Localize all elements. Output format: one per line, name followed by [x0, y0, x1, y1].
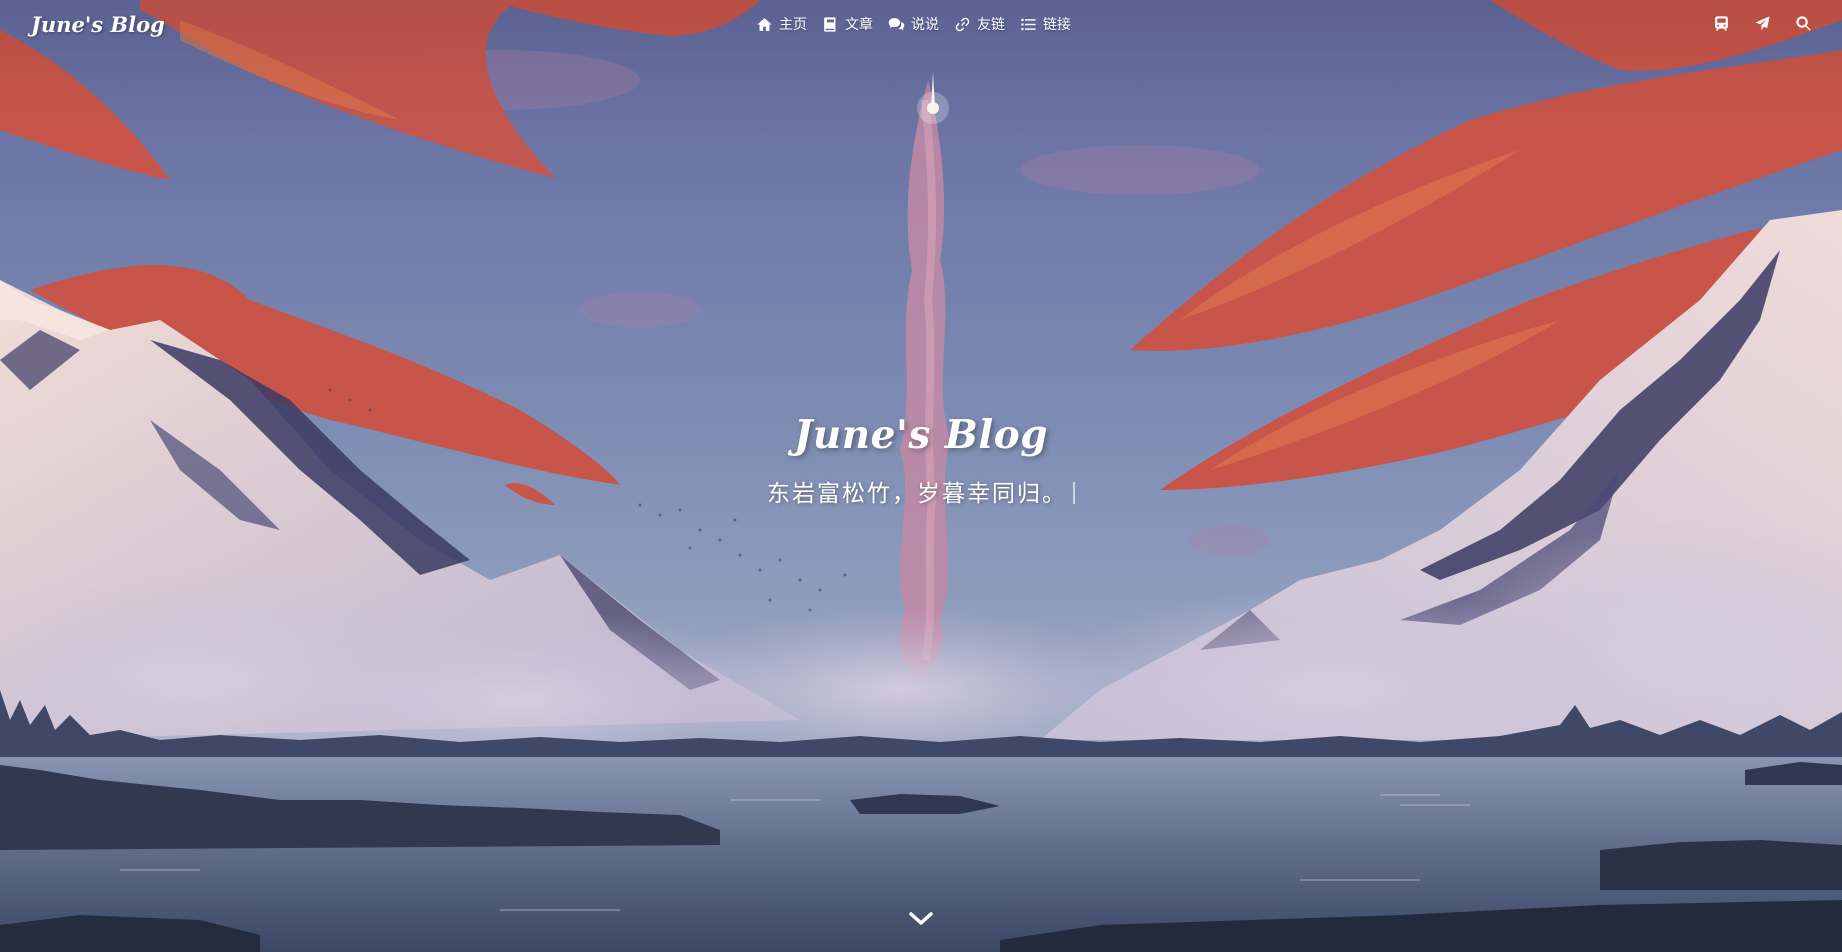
menu-item-label: 友链	[977, 17, 1005, 33]
menu-item-label: 主页	[779, 17, 807, 33]
menu-item-label: 文章	[845, 17, 873, 33]
train-icon	[1715, 16, 1728, 31]
list-icon	[1021, 18, 1036, 30]
rss-button[interactable]	[1754, 15, 1771, 32]
book-icon	[824, 16, 836, 32]
top-navbar: June's Blog 主页 文章 说说 友链 链接	[0, 0, 1842, 50]
menu-item-label: 说说	[911, 17, 939, 33]
scroll-down-button[interactable]	[908, 910, 934, 928]
site-title: June's Blog	[793, 412, 1048, 458]
menu-item-friends[interactable]: 友链	[954, 14, 1005, 34]
search-button[interactable]	[1795, 15, 1812, 32]
paper-plane-icon	[1755, 16, 1770, 30]
search-icon	[1796, 16, 1811, 31]
comments-icon	[888, 17, 905, 30]
menu-item-moments[interactable]: 说说	[888, 14, 939, 34]
site-subtitle: 东岩富松竹，岁暮幸同归。	[767, 474, 1075, 508]
main-menu: 主页 文章 说说 友链 链接	[756, 14, 1071, 34]
home-icon	[757, 17, 772, 31]
typing-cursor	[1073, 482, 1075, 504]
hero-section: June's Blog 东岩富松竹，岁暮幸同归。	[0, 412, 1842, 508]
link-icon	[955, 17, 970, 31]
nav-right-actions	[1713, 15, 1812, 32]
menu-item-articles[interactable]: 文章	[822, 14, 873, 34]
subtitle-text: 东岩富松竹，岁暮幸同归。	[767, 481, 1067, 507]
menu-item-home[interactable]: 主页	[756, 14, 807, 34]
menu-item-label: 链接	[1043, 17, 1071, 33]
travel-button[interactable]	[1713, 15, 1730, 32]
menu-item-links[interactable]: 链接	[1020, 14, 1071, 34]
chevron-down-icon	[909, 912, 933, 925]
site-brand-link[interactable]: June's Blog	[31, 12, 165, 37]
